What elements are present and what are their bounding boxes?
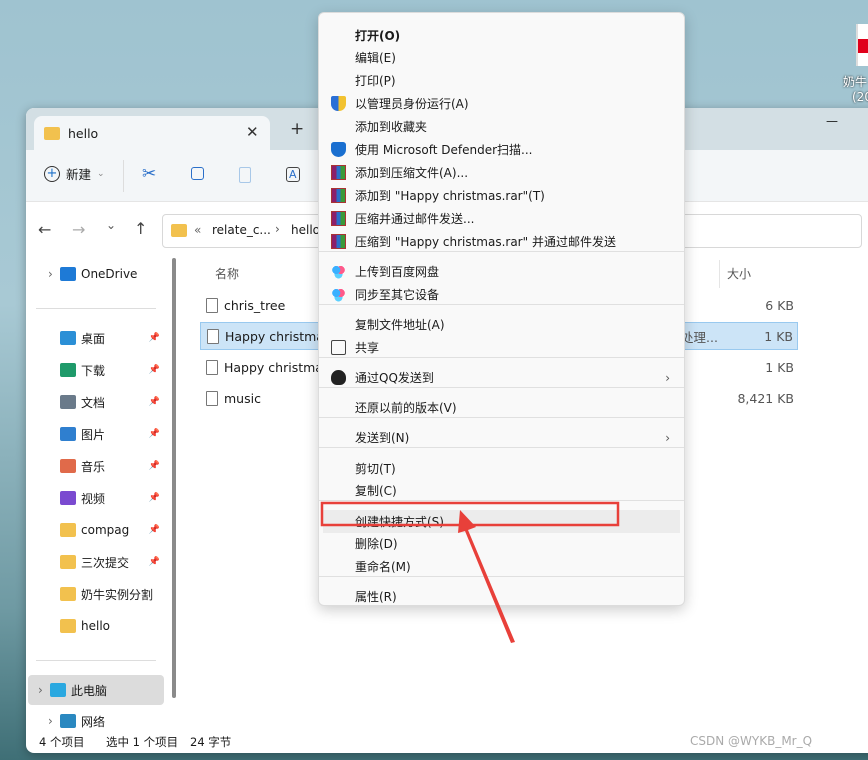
arrow-annotation: [458, 510, 515, 643]
annotation-overlay: [320, 501, 620, 643]
